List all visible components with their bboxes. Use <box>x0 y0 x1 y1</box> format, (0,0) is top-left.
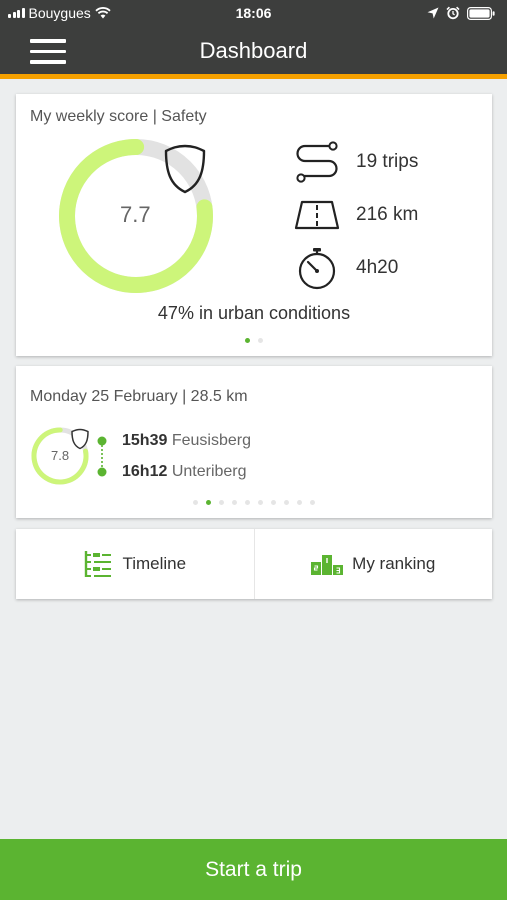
accent-divider <box>0 74 507 79</box>
urban-label: in urban conditions <box>198 303 351 323</box>
weekly-score-card[interactable]: My weekly score | Safety 7.7 19 trips 21… <box>16 94 492 356</box>
trips-count: 19 <box>356 151 378 172</box>
page-dot-active <box>206 500 211 505</box>
distance-stat: 216 km <box>294 193 418 237</box>
daily-trip-card[interactable]: Monday 25 February | 28.5 km 7.8 15h39 F… <box>16 366 492 518</box>
app-bar: Dashboard <box>0 28 507 74</box>
podium-icon <box>311 555 344 575</box>
distance-value: 216 <box>356 204 388 225</box>
timeline-label: Timeline <box>122 554 187 573</box>
trips-unit: trips <box>382 151 419 172</box>
urban-percent: 47% <box>157 303 194 323</box>
route-icon <box>294 140 340 184</box>
status-bar: Bouygues 18:06 <box>0 0 507 28</box>
weekly-score-value: 7.7 <box>120 202 151 227</box>
trip-start: 15h39 Feusisberg <box>122 432 251 450</box>
distance-unit: km <box>392 204 419 225</box>
trip-page-indicator <box>16 500 492 505</box>
trip-route-connector <box>97 436 107 477</box>
alarm-icon <box>446 6 460 20</box>
location-arrow-icon <box>427 7 439 19</box>
trip-end: 16h12 Unteriberg <box>122 463 247 481</box>
trip-end-place: Unteriberg <box>171 463 247 480</box>
duration-value: 4h20 <box>356 257 399 278</box>
road-icon <box>294 193 340 237</box>
trip-end-time: 16h12 <box>122 463 168 480</box>
page-dot <box>219 500 224 505</box>
timeline-icon <box>85 551 112 577</box>
duration-stat: 4h20 <box>294 246 398 290</box>
my-ranking-button[interactable]: My ranking <box>253 529 493 599</box>
timeline-button[interactable]: Timeline <box>16 529 254 599</box>
trip-start-time: 15h39 <box>122 432 168 449</box>
battery-icon <box>467 6 495 20</box>
page-dot <box>297 500 302 505</box>
trips-stat: 19 trips <box>294 140 418 184</box>
safety-shield-small-icon <box>71 428 89 450</box>
weekly-score-title: My weekly score | Safety <box>30 108 207 125</box>
page-dot <box>258 338 263 343</box>
safety-shield-icon <box>164 144 206 194</box>
page-dot <box>245 500 250 505</box>
stopwatch-icon <box>294 246 340 290</box>
page-dot <box>284 500 289 505</box>
ranking-label: My ranking <box>352 554 436 573</box>
page-dot <box>193 500 198 505</box>
page-title: Dashboard <box>199 38 308 63</box>
page-dot <box>232 500 237 505</box>
trip-start-place: Feusisberg <box>171 432 251 449</box>
actions-card: Timeline My ranking <box>16 529 492 599</box>
weekly-page-indicator <box>16 338 492 343</box>
page-dot-active <box>245 338 250 343</box>
page-dot <box>310 500 315 505</box>
page-dot <box>258 500 263 505</box>
page-dot <box>271 500 276 505</box>
start-trip-button[interactable]: Start a trip <box>0 839 507 900</box>
urban-conditions-text: 47% in urban conditions <box>16 303 492 324</box>
trip-day-title: Monday 25 February | 28.5 km <box>30 388 248 405</box>
trip-score-value: 7.8 <box>51 448 70 463</box>
